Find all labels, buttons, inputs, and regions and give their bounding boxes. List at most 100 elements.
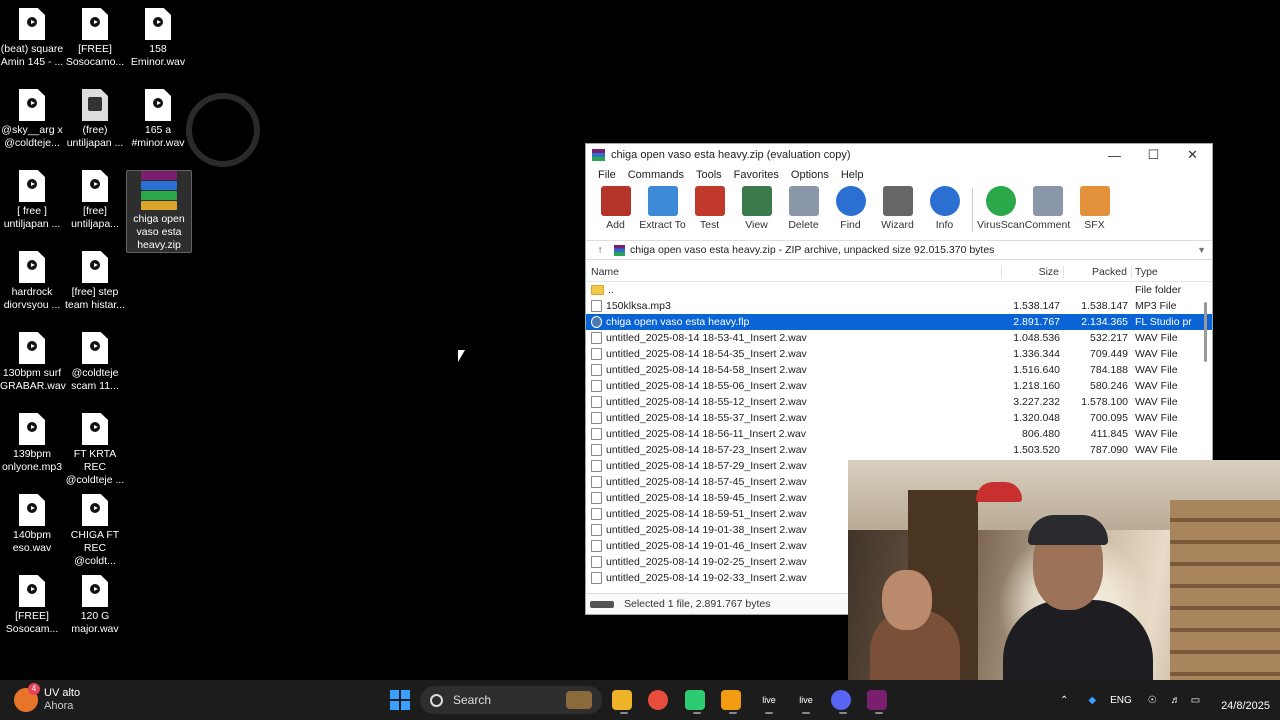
weather-widget[interactable]: 4 UV alto Ahora [14,683,80,713]
chrome-icon[interactable] [648,690,668,710]
toolbar-button-extract-to[interactable]: Extract To [639,184,686,231]
toolbar-button-test[interactable]: Test [686,184,733,231]
search-label: Search [453,693,492,707]
webcam-overlay [848,460,1280,700]
desktop-icon[interactable]: [FREE] Sosocam... [0,575,64,636]
desktop-icon[interactable]: FT KRTA REC @coldteje ... [63,413,127,487]
file-row[interactable]: untitled_2025-08-14 18-55-37_Insert 2.wa… [586,410,1212,426]
audio-file-icon [82,494,108,526]
file-packed: 700.095 [1090,412,1128,424]
file-row[interactable]: untitled_2025-08-14 18-54-58_Insert 2.wa… [586,362,1212,378]
up-arrow-icon[interactable]: ↑ [586,244,614,256]
chevron-up-icon[interactable]: ⌃ [1060,695,1068,706]
file-row[interactable]: untitled_2025-08-14 18-55-12_Insert 2.wa… [586,394,1212,410]
desktop-icon[interactable]: 140bpm eso.wav [0,494,64,555]
audio-file-icon [82,8,108,40]
desktop-icon[interactable]: CHIGA FT REC @coldt... [63,494,127,568]
desktop-icon-label: 140bpm eso.wav [12,529,52,554]
column-header-packed[interactable]: Packed [1064,266,1132,278]
language-indicator[interactable]: ENG [1110,695,1132,706]
menu-bar: File Commands Tools Favorites Options Help [586,166,1212,184]
file-name: untitled_2025-08-14 18-54-35_Insert 2.wa… [606,348,807,360]
toolbar-button-delete[interactable]: Delete [780,184,827,231]
fl-studio-icon[interactable] [721,690,741,710]
desktop-icon[interactable]: @coldteje scam 11... [63,332,127,393]
file-row[interactable]: untitled_2025-08-14 18-57-23_Insert 2.wa… [586,442,1212,458]
file-explorer-icon[interactable] [612,690,632,710]
desktop-icon[interactable]: [free] step team histar... [63,251,127,312]
file-name-cell: untitled_2025-08-14 18-57-23_Insert 2.wa… [586,444,1002,456]
desktop-icon[interactable]: 139bpm onlyone.mp3 [0,413,64,474]
file-icon [591,412,602,424]
toolbar-button-info[interactable]: Info [921,184,968,231]
toolbar-button-virusscan[interactable]: VirusScan [977,184,1025,231]
menu-item-commands[interactable]: Commands [622,169,690,181]
network-icon[interactable]: ☉ [1148,695,1157,706]
date-display[interactable]: 24/8/2025 [1221,700,1270,712]
column-header-size[interactable]: Size [1002,266,1064,278]
column-header-type[interactable]: Type [1132,266,1194,278]
magnifier-icon [835,186,866,216]
desktop-icon[interactable]: 165 a #minor.wav [126,89,190,150]
toolbar-button-label: Wizard [881,219,914,231]
vertical-scrollbar[interactable] [1204,302,1207,362]
test-icon [694,186,725,216]
winrar-taskbar-icon[interactable] [867,690,887,710]
menu-item-favorites[interactable]: Favorites [728,169,785,181]
live-app-icon-2[interactable]: live [794,688,818,712]
audio-file-icon [19,8,45,40]
maximize-button[interactable]: ☐ [1134,144,1173,166]
desktop-icon[interactable]: [ free ] untiljapan ... [0,170,64,231]
desktop-icon[interactable]: (free) untiljapan ... [63,89,127,150]
toolbar-button-add[interactable]: Add [592,184,639,231]
file-row[interactable]: untitled_2025-08-14 18-56-11_Insert 2.wa… [586,426,1212,442]
file-row[interactable]: untitled_2025-08-14 18-53-41_Insert 2.wa… [586,330,1212,346]
desktop-icon-label: 139bpm onlyone.mp3 [1,448,63,473]
taskbar-search[interactable]: Search [420,686,602,714]
app-green-icon[interactable] [685,690,705,710]
desktop-icon[interactable]: 130bpm surf GRABAR.wav [0,332,66,393]
toolbar-button-sfx[interactable]: SFX [1071,184,1118,231]
volume-icon[interactable]: ♬ [1171,695,1181,706]
audio-file-icon [82,170,108,202]
toolbar-button-label: Add [606,219,625,231]
toolbar-button-view[interactable]: View [733,184,780,231]
toolbar-button-comment[interactable]: Comment [1024,184,1071,231]
desktop-icon[interactable]: (beat) square Amin 145 - ... [0,8,64,69]
audio-file-icon [145,8,171,40]
discord-icon[interactable] [831,690,851,710]
file-row[interactable]: .. File folder [586,282,1212,298]
file-type: WAV File [1135,364,1178,376]
toolbar-button-find[interactable]: Find [827,184,874,231]
toolbar-button-wizard[interactable]: Wizard [874,184,921,231]
weather-subtitle: Ahora [44,700,74,712]
file-row[interactable]: 150klksa.mp3 1.538.147 1.538.147 MP3 File [586,298,1212,314]
file-size: 1.218.160 [1013,380,1060,392]
desktop-icon[interactable]: 120 G major.wav [63,575,127,636]
battery-icon[interactable]: ▭ [1191,695,1200,706]
desktop-icon[interactable]: hardrock diorvsyou ... [0,251,64,312]
live-app-icon-1[interactable]: live [757,688,781,712]
column-header-name[interactable]: Name [586,266,1002,278]
file-row[interactable]: untitled_2025-08-14 18-54-35_Insert 2.wa… [586,346,1212,362]
close-button[interactable]: ✕ [1173,144,1212,166]
menu-item-tools[interactable]: Tools [690,169,728,181]
desktop-icon[interactable]: [FREE] Sosocamo... [63,8,127,69]
file-row[interactable]: chiga open vaso esta heavy.flp 2.891.767 2… [586,314,1212,330]
desktop-icon[interactable]: 158 Eminor.wav [126,8,190,69]
desktop-icon[interactable]: @sky__arg x @coldteje... [0,89,64,150]
minimize-button[interactable]: — [1095,144,1134,166]
desktop-icon[interactable]: chiga open vaso esta heavy.zip [126,170,192,253]
start-button[interactable] [388,688,412,712]
title-bar[interactable]: chiga open vaso esta heavy.zip (evaluati… [586,144,1212,166]
file-size: 3.227.232 [1013,396,1060,408]
file-row[interactable]: untitled_2025-08-14 18-55-06_Insert 2.wa… [586,378,1212,394]
file-size: 1.538.147 [1013,300,1060,312]
menu-item-file[interactable]: File [592,169,622,181]
menu-item-options[interactable]: Options [785,169,835,181]
security-icon[interactable]: ◆ [1088,695,1096,706]
menu-item-help[interactable]: Help [835,169,870,181]
file-name: untitled_2025-08-14 18-59-51_Insert 2.wa… [606,508,807,520]
desktop-icon[interactable]: [free] untiljapa... [63,170,127,231]
chevron-down-icon[interactable]: ▼ [1197,245,1206,255]
